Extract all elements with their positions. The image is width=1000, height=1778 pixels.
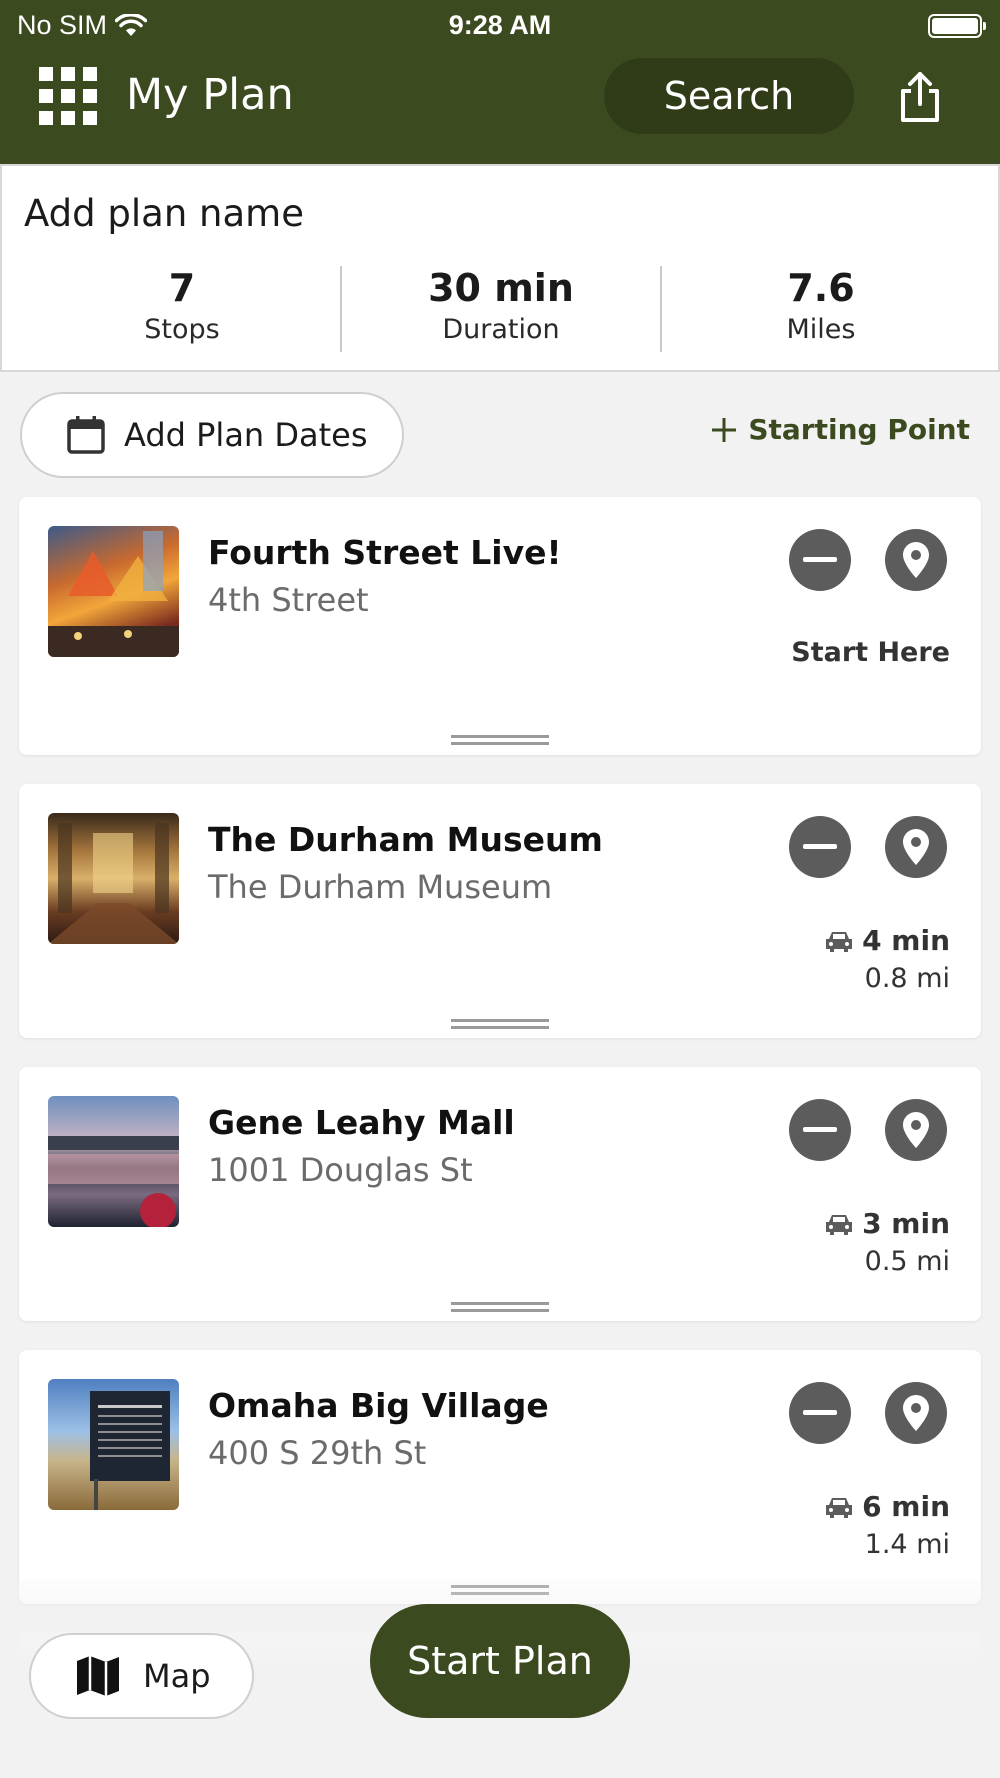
drag-handle[interactable] xyxy=(451,735,549,745)
locate-stop-button[interactable] xyxy=(885,816,947,878)
stop-card[interactable]: Fourth Street Live! 4th Street Start Her… xyxy=(19,497,981,755)
travel-distance: 0.5 mi xyxy=(864,1246,950,1277)
stat-value: 30 min xyxy=(428,266,574,310)
status-time: 9:28 AM xyxy=(448,10,552,40)
stop-address: The Durham Museum xyxy=(208,868,553,906)
stat-stops: 7 Stops xyxy=(22,266,342,345)
remove-stop-button[interactable] xyxy=(789,529,851,591)
minus-icon xyxy=(803,844,837,849)
stat-label: Duration xyxy=(442,314,560,345)
stop-card[interactable]: The Durham Museum The Durham Museum 4 mi… xyxy=(19,784,981,1038)
stop-thumbnail xyxy=(48,526,179,657)
start-plan-label: Start Plan xyxy=(407,1639,593,1683)
travel-distance: 0.8 mi xyxy=(864,963,950,994)
map-pin-icon xyxy=(903,1395,929,1431)
share-icon[interactable] xyxy=(896,70,944,124)
map-label: Map xyxy=(143,1657,211,1695)
car-icon xyxy=(826,1497,853,1518)
stat-value: 7 xyxy=(168,266,196,310)
minus-icon xyxy=(803,1127,837,1132)
search-label: Search xyxy=(663,74,795,118)
drag-handle[interactable] xyxy=(451,1302,549,1312)
map-pin-icon xyxy=(903,1112,929,1148)
stop-card[interactable]: Omaha Big Village 400 S 29th St 6 min 1.… xyxy=(19,1350,981,1604)
travel-info: 6 min 1.4 mi xyxy=(824,1490,950,1560)
car-icon xyxy=(826,1214,853,1235)
add-starting-point-button[interactable]: Starting Point xyxy=(710,413,970,446)
travel-time: 4 min xyxy=(862,924,950,957)
travel-distance: 1.4 mi xyxy=(864,1529,950,1560)
apps-grid-icon[interactable] xyxy=(39,67,97,125)
locate-stop-button[interactable] xyxy=(885,529,947,591)
stop-thumbnail xyxy=(48,813,179,944)
travel-info: 3 min 0.5 mi xyxy=(824,1207,950,1277)
stat-label: Miles xyxy=(786,314,856,345)
stat-duration: 30 min Duration xyxy=(341,266,661,345)
remove-stop-button[interactable] xyxy=(789,816,851,878)
stop-thumbnail xyxy=(48,1096,179,1227)
remove-stop-button[interactable] xyxy=(789,1382,851,1444)
minus-icon xyxy=(803,557,837,562)
add-plan-dates-button[interactable]: Add Plan Dates xyxy=(20,392,404,478)
plan-name-field[interactable]: Add plan name xyxy=(24,192,304,235)
stop-name: Omaha Big Village xyxy=(208,1386,549,1425)
page-title: My Plan xyxy=(126,70,294,120)
start-plan-button[interactable]: Start Plan xyxy=(370,1604,630,1718)
start-here-label: Start Here xyxy=(791,637,950,668)
search-button[interactable]: Search xyxy=(604,58,854,134)
car-icon xyxy=(826,931,853,952)
map-icon xyxy=(77,1656,119,1696)
plus-icon xyxy=(712,417,737,442)
battery-icon xyxy=(928,14,986,38)
map-button[interactable]: Map xyxy=(29,1633,254,1719)
travel-info: 4 min 0.8 mi xyxy=(824,924,950,994)
remove-stop-button[interactable] xyxy=(789,1099,851,1161)
map-pin-icon xyxy=(903,829,929,865)
starting-point-label: Starting Point xyxy=(748,413,970,446)
stop-name: Gene Leahy Mall xyxy=(208,1103,515,1142)
stop-card[interactable]: Gene Leahy Mall 1001 Douglas St 3 min 0.… xyxy=(19,1067,981,1321)
stop-address: 1001 Douglas St xyxy=(208,1151,473,1189)
app-header: No SIM 9:28 AM My Plan Search xyxy=(0,0,1000,164)
minus-icon xyxy=(803,1410,837,1415)
stop-name: Fourth Street Live! xyxy=(208,533,562,572)
stop-thumbnail xyxy=(48,1379,179,1510)
stop-name: The Durham Museum xyxy=(208,820,603,859)
status-bar: No SIM 9:28 AM xyxy=(0,0,1000,50)
stat-label: Stops xyxy=(144,314,220,345)
travel-time: 6 min xyxy=(862,1490,950,1523)
stop-address: 400 S 29th St xyxy=(208,1434,427,1472)
calendar-icon xyxy=(67,416,105,454)
locate-stop-button[interactable] xyxy=(885,1382,947,1444)
stop-address: 4th Street xyxy=(208,581,369,619)
travel-time: 3 min xyxy=(862,1207,950,1240)
map-pin-icon xyxy=(903,542,929,578)
locate-stop-button[interactable] xyxy=(885,1099,947,1161)
stat-miles: 7.6 Miles xyxy=(661,266,981,345)
plan-summary: Add plan name 7 Stops 30 min Duration 7.… xyxy=(0,164,1000,372)
add-plan-dates-label: Add Plan Dates xyxy=(124,416,368,454)
drag-handle[interactable] xyxy=(451,1019,549,1029)
stat-value: 7.6 xyxy=(787,266,855,310)
